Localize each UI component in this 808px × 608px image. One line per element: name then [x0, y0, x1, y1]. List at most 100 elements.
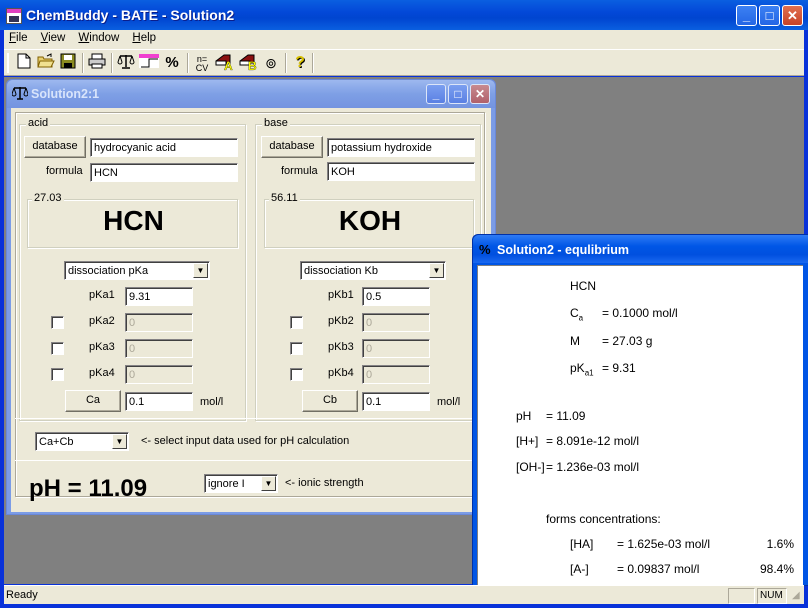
status-bar: Ready NUM ◢	[4, 585, 804, 604]
open-folder-icon	[37, 53, 55, 68]
pka3-input: 0	[125, 339, 193, 358]
cv-button[interactable]: n= CV	[191, 53, 213, 73]
base-formula-label: formula	[281, 165, 318, 177]
pka4-input: 0	[125, 365, 193, 384]
print-icon	[88, 53, 106, 69]
eq-m-value: = 27.03 g	[602, 334, 653, 348]
eq-form-percent: 1.6%	[766, 537, 794, 551]
help-icon: ?	[295, 54, 305, 71]
maximize-icon: □	[765, 8, 774, 23]
acid-dissociation-value: dissociation pKa	[68, 265, 149, 277]
eq-ph-label: pH	[516, 409, 532, 423]
base-dissociation-value: dissociation Kb	[304, 265, 378, 277]
pkb3-checkbox[interactable]	[290, 342, 303, 355]
status-pane	[728, 588, 755, 604]
help-button[interactable]: ?	[289, 53, 311, 73]
minimize-button[interactable]: _	[736, 5, 757, 26]
acid-formula-input[interactable]: HCN	[90, 163, 238, 182]
cv-icon: n= CV	[195, 54, 209, 73]
base-formula-input[interactable]: KOH	[327, 162, 475, 181]
close-button[interactable]: ✕	[782, 5, 803, 26]
base-database-button[interactable]: B	[237, 53, 259, 73]
ph-result: pH = 11.09	[29, 475, 148, 502]
base-database-icon: B	[239, 54, 257, 73]
base-dissociation-select[interactable]: dissociation Kb ▼	[300, 261, 446, 280]
eq-form-percent: 98.4%	[759, 562, 794, 576]
solution-window: Solution2:1 _ □ ✕ acid database hydrocya…	[6, 79, 496, 515]
pkb4-label: pKb4	[328, 367, 354, 379]
toolbar-separator	[312, 53, 314, 73]
solution-maximize-button[interactable]: □	[448, 84, 468, 104]
eq-ca-value: = 0.1000 mol/l	[602, 306, 678, 320]
menu-view[interactable]: View	[36, 30, 71, 46]
balance-button[interactable]	[115, 53, 137, 73]
open-button[interactable]	[35, 53, 57, 73]
save-icon	[60, 53, 76, 69]
close-icon: ✕	[474, 87, 486, 101]
eq-pka-value: = 9.31	[602, 361, 636, 375]
ca-input[interactable]: 0.1	[125, 392, 193, 411]
pka2-input: 0	[125, 313, 193, 332]
print-button[interactable]	[86, 53, 108, 73]
solution-close-button[interactable]: ✕	[470, 84, 490, 104]
menu-window[interactable]: Window	[73, 30, 124, 46]
solution-minimize-button[interactable]: _	[426, 84, 446, 104]
maximize-button[interactable]: □	[759, 5, 780, 26]
pkb3-input: 0	[362, 339, 430, 358]
pka2-label: pKa2	[89, 315, 115, 327]
cb-input[interactable]: 0.1	[362, 392, 430, 411]
balance-icon	[117, 55, 135, 69]
menu-bar: File View Window Help	[4, 30, 804, 49]
pka2-checkbox[interactable]	[51, 316, 64, 329]
acid-formula-label: formula	[46, 165, 83, 177]
pkb4-checkbox[interactable]	[290, 368, 303, 381]
acid-database-button[interactable]: database	[24, 136, 86, 158]
resize-grip[interactable]: ◢	[792, 590, 800, 601]
ca-button[interactable]: Ca	[65, 390, 121, 412]
ionic-icon: ⊚	[265, 55, 277, 71]
pkb3-label: pKb3	[328, 341, 354, 353]
chevron-down-icon[interactable]: ▼	[261, 476, 276, 491]
chevron-down-icon[interactable]: ▼	[193, 263, 208, 278]
divider	[15, 418, 485, 419]
save-button[interactable]	[57, 53, 79, 73]
ionic-strength-button[interactable]: ⊚	[260, 53, 282, 73]
pkb1-input[interactable]: 0.5	[362, 287, 430, 306]
main-application-window: ChemBuddy - BATE - Solution2 _ □ ✕ File …	[0, 0, 808, 608]
eq-compound: HCN	[570, 279, 596, 293]
chevron-down-icon[interactable]: ▼	[429, 263, 444, 278]
solution-window-body: acid database hydrocyanic acid formula H…	[11, 108, 491, 512]
new-document-button[interactable]	[13, 53, 35, 73]
ionic-strength-select[interactable]: ignore I ▼	[204, 474, 278, 493]
status-text: Ready	[6, 589, 38, 601]
eq-h-value: = 8.091e-12 mol/l	[546, 434, 640, 448]
base-name-input[interactable]: potassium hydroxide	[327, 138, 475, 157]
acid-name-input[interactable]: hydrocyanic acid	[90, 138, 238, 157]
pkb1-label: pKb1	[328, 289, 354, 301]
pkb2-input: 0	[362, 313, 430, 332]
titration-button[interactable]	[138, 53, 160, 73]
percent-button[interactable]: %	[161, 53, 183, 73]
acid-dissociation-select[interactable]: dissociation pKa ▼	[64, 261, 210, 280]
base-database-button[interactable]: database	[261, 136, 323, 158]
eq-ca-label: Ca	[570, 306, 584, 323]
title-bar[interactable]: ChemBuddy - BATE - Solution2 _ □ ✕	[0, 0, 808, 30]
input-data-select[interactable]: Ca+Cb ▼	[35, 432, 129, 451]
app-title: ChemBuddy - BATE - Solution2	[26, 7, 235, 23]
toolbar-separator	[111, 53, 113, 73]
equilibrium-window-titlebar[interactable]: percent-icon % Solution2 - equlibrium	[473, 235, 808, 263]
menu-help[interactable]: Help	[127, 30, 161, 46]
menu-file[interactable]: File	[4, 30, 33, 46]
pka4-checkbox[interactable]	[51, 368, 64, 381]
balance-icon	[11, 86, 29, 103]
toolbar-separator	[285, 53, 287, 73]
toolbar-grip[interactable]	[7, 53, 9, 73]
pkb2-checkbox[interactable]	[290, 316, 303, 329]
maximize-icon: □	[454, 87, 462, 101]
acid-database-button[interactable]: A	[213, 53, 235, 73]
solution-window-titlebar[interactable]: Solution2:1 _ □ ✕	[7, 80, 495, 108]
cb-button[interactable]: Cb	[302, 390, 358, 412]
pka1-input[interactable]: 9.31	[125, 287, 193, 306]
chevron-down-icon[interactable]: ▼	[112, 434, 127, 449]
pka3-checkbox[interactable]	[51, 342, 64, 355]
